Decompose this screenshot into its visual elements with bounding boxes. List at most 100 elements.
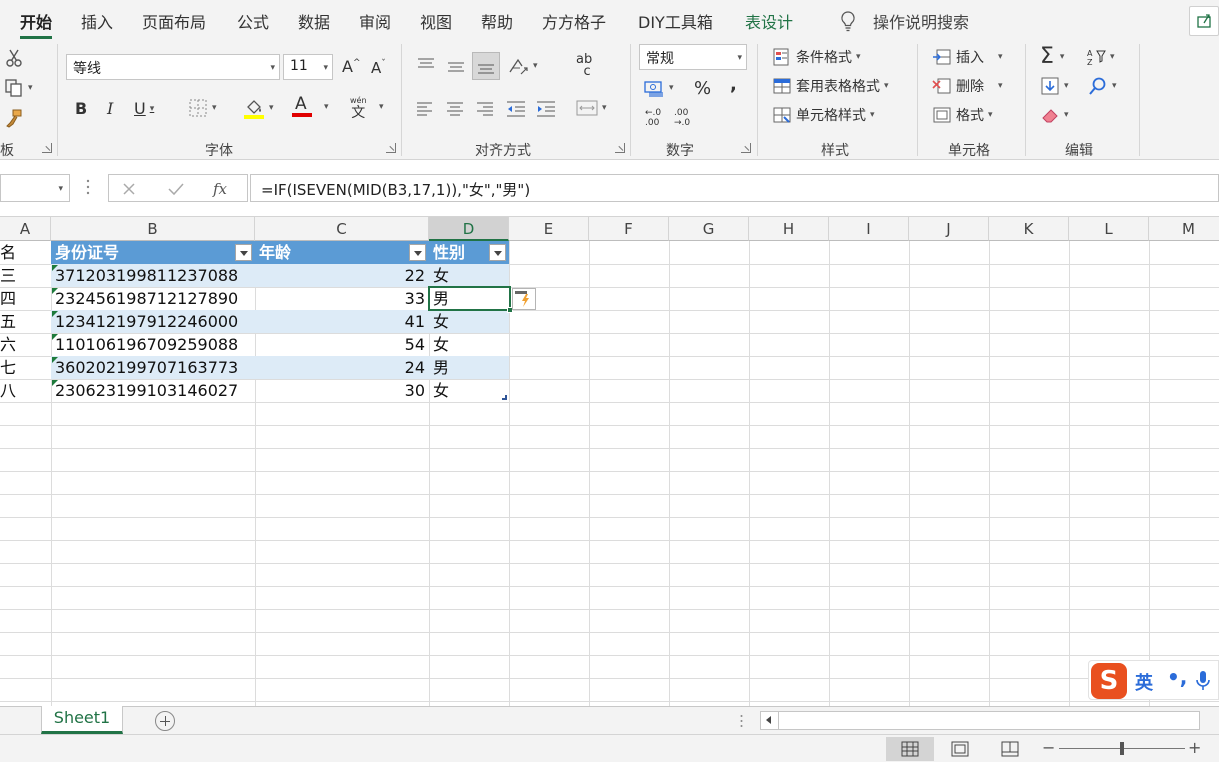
format-painter-button[interactable] [4, 108, 24, 128]
error-indicator-icon[interactable] [52, 265, 58, 271]
tab-review[interactable]: 审阅 [359, 9, 391, 33]
column-header-j[interactable]: J [909, 217, 989, 241]
tab-home[interactable]: 开始 [20, 9, 53, 39]
horizontal-scrollbar[interactable] [760, 711, 1200, 730]
table-cell[interactable]: 八 [0, 379, 51, 402]
chevron-down-icon[interactable]: ▾ [324, 102, 329, 112]
decrease-indent-icon[interactable] [506, 99, 526, 119]
formula-input[interactable]: =IF(ISEVEN(MID(B3,17,1)),"女","男") [250, 174, 1219, 202]
clear-button[interactable]: ▾ [1040, 105, 1069, 125]
column-header-h[interactable]: H [749, 217, 829, 241]
tab-table-design[interactable]: 表设计 [745, 9, 793, 33]
error-indicator-icon[interactable] [52, 288, 58, 294]
tab-formulas[interactable]: 公式 [237, 9, 269, 33]
table-cell[interactable]: 七 [0, 356, 51, 379]
error-indicator-icon[interactable] [52, 357, 58, 363]
scroll-left-arrow-icon[interactable] [761, 712, 779, 729]
normal-view-button[interactable] [886, 737, 934, 761]
tab-help[interactable]: 帮助 [481, 9, 513, 33]
bold-button[interactable]: B [75, 99, 87, 118]
microphone-icon[interactable] [1195, 670, 1211, 692]
cut-button[interactable] [4, 48, 24, 68]
format-as-table-button[interactable]: 套用表格格式 ▾ [772, 76, 889, 96]
column-header-a[interactable]: A [0, 217, 51, 241]
align-center-icon[interactable] [446, 100, 464, 118]
font-size-combo[interactable]: 11 ▾ [283, 54, 333, 80]
autosum-button[interactable]: Σ ▾ [1040, 44, 1064, 69]
column-header-l[interactable]: L [1069, 217, 1149, 241]
zoom-slider-thumb[interactable] [1120, 742, 1124, 755]
table-cell[interactable]: 女 [429, 379, 509, 402]
number-format-combo[interactable]: 常规 ▾ [639, 44, 747, 70]
align-bottom-button[interactable] [472, 52, 500, 80]
filter-dropdown-button[interactable] [489, 244, 506, 261]
font-launcher-icon[interactable] [386, 143, 396, 153]
table-cell[interactable]: 24 [255, 356, 429, 379]
splitter-handle-icon[interactable] [740, 713, 743, 729]
tab-page-layout[interactable]: 页面布局 [142, 9, 206, 33]
phonetic-button[interactable]: wén 文 [350, 95, 367, 120]
underline-button[interactable]: U ▾ [134, 99, 154, 118]
align-top-icon[interactable] [416, 56, 436, 76]
column-header-e[interactable]: E [509, 217, 589, 241]
ime-language-toggle[interactable]: 英 [1135, 669, 1153, 695]
increase-indent-icon[interactable] [536, 99, 556, 119]
table-cell[interactable]: 女 [429, 333, 509, 356]
sheet-tab-sheet1[interactable]: Sheet1 [41, 706, 123, 734]
number-launcher-icon[interactable] [741, 143, 751, 153]
tab-fangfang[interactable]: 方方格子 [542, 9, 606, 33]
table-cell[interactable]: 四 [0, 287, 51, 310]
conditional-formatting-button[interactable]: 条件格式 ▾ [772, 47, 861, 67]
comma-button[interactable]: , [730, 74, 737, 95]
find-select-button[interactable]: ▾ [1088, 76, 1117, 96]
share-button[interactable] [1189, 6, 1219, 36]
column-header-c[interactable]: C [255, 217, 429, 241]
copy-button[interactable]: ▾ [4, 78, 33, 98]
table-cell[interactable]: 六 [0, 333, 51, 356]
grow-font-button[interactable]: A ^ [342, 57, 361, 76]
filter-dropdown-button[interactable] [409, 244, 426, 261]
insert-function-icon[interactable]: fx [211, 179, 233, 199]
table-cell[interactable]: 女 [429, 310, 509, 333]
table-cell[interactable]: 123412197912246000 [51, 310, 255, 333]
insert-cells-button[interactable]: 插入 ▾ [932, 47, 1003, 67]
wrap-text-button[interactable]: ab c [576, 53, 592, 78]
name-box[interactable]: ▾ [0, 174, 70, 202]
tab-diy-toolbox[interactable]: DIY工具箱 [638, 9, 713, 33]
borders-button[interactable]: ▾ [188, 98, 217, 118]
confirm-check-icon[interactable] [167, 181, 185, 197]
column-header-b[interactable]: B [51, 217, 255, 241]
table-cell[interactable]: 五 [0, 310, 51, 333]
italic-button[interactable]: I [107, 99, 113, 118]
font-name-combo[interactable]: 等线 ▾ [66, 54, 280, 80]
error-indicator-icon[interactable] [52, 311, 58, 317]
decrease-decimal-button[interactable]: .00 →.0 [674, 108, 696, 128]
increase-decimal-button[interactable]: ←.0 .00 [645, 108, 667, 128]
alignment-launcher-icon[interactable] [615, 143, 625, 153]
table-cell[interactable]: 54 [255, 333, 429, 356]
fill-button[interactable]: ▾ [1040, 76, 1069, 96]
table-cell[interactable]: 男 [429, 356, 509, 379]
column-header-f[interactable]: F [589, 217, 669, 241]
shrink-font-button[interactable]: Aˇ [371, 59, 386, 77]
table-cell[interactable]: 230623199103146027 [51, 379, 255, 402]
chevron-down-icon[interactable]: ▾ [379, 102, 384, 112]
tell-me-search[interactable]: 操作说明搜索 [873, 9, 969, 33]
tab-data[interactable]: 数据 [298, 9, 330, 33]
lightbulb-icon[interactable] [838, 10, 858, 32]
format-cells-button[interactable]: 格式 ▾ [932, 105, 993, 125]
ime-punctuation-toggle[interactable]: •, [1167, 665, 1187, 689]
zoom-in-button[interactable]: + [1188, 738, 1201, 757]
ime-logo[interactable]: S [1091, 663, 1127, 699]
new-sheet-button[interactable] [155, 711, 175, 731]
table-header-id[interactable]: 身份证号 [51, 241, 255, 264]
cancel-icon[interactable] [121, 181, 137, 197]
font-color-button[interactable]: A [292, 95, 312, 117]
sort-filter-button[interactable]: A Z ▾ [1086, 47, 1115, 67]
cell-styles-button[interactable]: 单元格样式 ▾ [772, 105, 875, 125]
table-cell[interactable]: 360202199707163773 [51, 356, 255, 379]
table-cell[interactable]: 110106196709259088 [51, 333, 255, 356]
clipboard-launcher-icon[interactable] [42, 143, 52, 153]
delete-cells-button[interactable]: 删除 ▾ [932, 76, 1003, 96]
table-header-name[interactable]: 名 [0, 241, 51, 264]
